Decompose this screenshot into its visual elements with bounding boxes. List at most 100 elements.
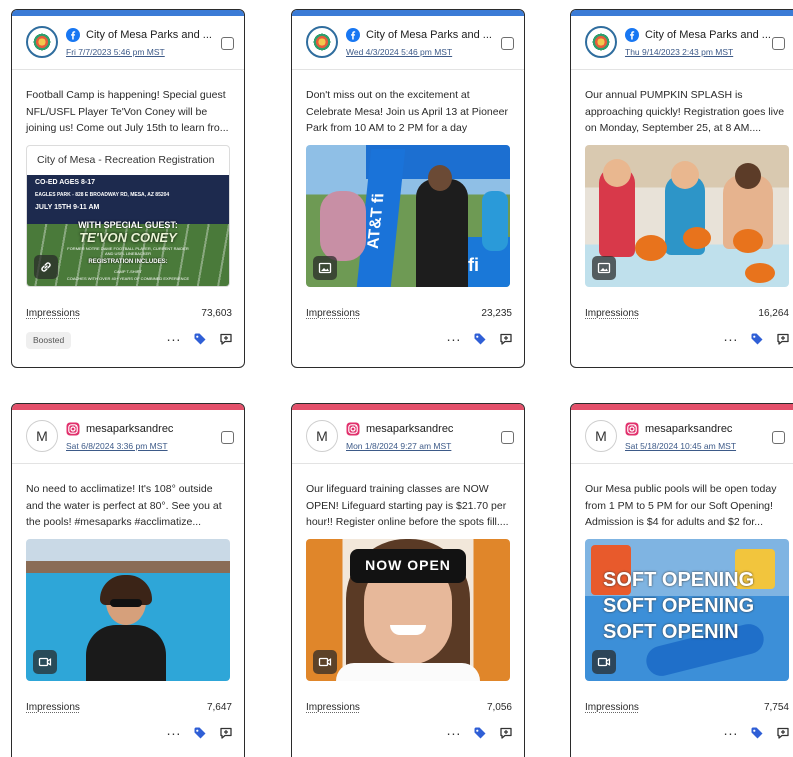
account-name[interactable]: City of Mesa Parks and ... [86, 28, 212, 42]
comment-add-icon[interactable] [775, 725, 791, 741]
tag-icon[interactable] [749, 331, 765, 347]
more-options-icon[interactable]: ... [166, 723, 182, 741]
pool-wall [26, 561, 230, 573]
impressions-label[interactable]: Impressions [26, 702, 80, 713]
account-name[interactable]: City of Mesa Parks and ... [645, 28, 771, 42]
select-checkbox[interactable] [772, 37, 785, 50]
flyer-line: WITH SPECIAL GUEST: [78, 220, 178, 230]
impressions-row: Impressions 16,264 [571, 308, 793, 328]
post-image[interactable] [585, 145, 789, 287]
card-footer: ... [571, 722, 793, 748]
boosted-badge: Boosted [26, 332, 72, 349]
link-badge [34, 255, 58, 279]
tag-icon[interactable] [472, 331, 488, 347]
impressions-label[interactable]: Impressions [26, 308, 80, 319]
impressions-row: Impressions 7,647 [12, 702, 244, 722]
post-image[interactable]: AT&T fi fi [306, 145, 510, 287]
post-video[interactable] [26, 539, 230, 681]
card-footer: ... [571, 328, 793, 354]
comment-add-icon[interactable] [775, 331, 791, 347]
more-options-icon[interactable]: ... [166, 329, 182, 347]
post-card[interactable]: City of Mesa Parks and ... Wed 4/3/2024 … [291, 9, 525, 368]
swimmer-body [86, 625, 166, 681]
tag-icon[interactable] [192, 725, 208, 741]
child [320, 191, 366, 261]
card-actions: ... [723, 329, 791, 347]
post-date-link[interactable]: Mon 1/8/2024 9:27 am MST [346, 441, 451, 451]
impressions-label[interactable]: Impressions [306, 702, 360, 713]
select-checkbox[interactable] [221, 37, 234, 50]
card-footer: ... [292, 328, 524, 354]
drape-text: fi [468, 255, 479, 275]
post-card[interactable]: M mesaparksandrec Sat 6/8/2024 3:36 pm M… [11, 403, 245, 757]
post-text: Our annual PUMPKIN SPLASH is approaching… [585, 89, 785, 135]
post-text: Don't miss out on the excitement at Cele… [306, 89, 508, 135]
post-card[interactable]: City of Mesa Parks and ... Fri 7/7/2023 … [11, 9, 245, 368]
post-text: Our lifeguard training classes are NOW O… [306, 483, 509, 529]
tag-icon[interactable] [192, 331, 208, 347]
more-options-icon[interactable]: ... [723, 329, 739, 347]
post-date-link[interactable]: Thu 9/14/2023 2:43 pm MST [625, 47, 733, 57]
video-badge [33, 650, 57, 674]
card-actions: ... [166, 329, 234, 347]
swimmer-sunglasses [110, 599, 142, 607]
banner-text: AT&T fi [364, 193, 388, 249]
kid-left-head [603, 159, 631, 187]
post-video[interactable]: NOW OPEN [306, 539, 510, 681]
instagram-icon [66, 422, 80, 436]
post-header: M mesaparksandrec Mon 1/8/2024 9:27 am M… [292, 410, 524, 464]
link-preview[interactable]: City of Mesa - Recreation Registration C… [26, 145, 230, 287]
link-icon [41, 262, 51, 272]
city-of-mesa-logo-avatar [585, 26, 617, 58]
impressions-label[interactable]: Impressions [585, 308, 639, 319]
pumpkin [733, 229, 763, 253]
account-name[interactable]: City of Mesa Parks and ... [366, 28, 492, 42]
select-checkbox[interactable] [501, 431, 514, 444]
impressions-value: 73,603 [201, 308, 232, 319]
select-checkbox[interactable] [221, 431, 234, 444]
sunglasses-text: NOW OPEN [365, 557, 451, 573]
tag-icon[interactable] [749, 725, 765, 741]
card-actions: ... [446, 723, 514, 741]
post-video[interactable]: SOFT OPENING SOFT OPENING SOFT OPENIN [585, 539, 789, 681]
overlay-text: SOFT OPENIN [603, 621, 739, 643]
more-options-icon[interactable]: ... [723, 723, 739, 741]
post-card[interactable]: City of Mesa Parks and ... Thu 9/14/2023… [570, 9, 793, 368]
comment-add-icon[interactable] [218, 331, 234, 347]
tag-icon[interactable] [472, 725, 488, 741]
city-of-mesa-logo-avatar [306, 26, 338, 58]
card-footer: Boosted ... [12, 328, 244, 354]
avatar: M [585, 420, 617, 452]
card-footer: ... [292, 722, 524, 748]
impressions-row: Impressions 7,754 [571, 702, 793, 722]
facebook-icon [66, 28, 80, 42]
avatar: M [306, 420, 338, 452]
comment-add-icon[interactable] [218, 725, 234, 741]
account-name[interactable]: mesaparksandrec [645, 422, 771, 436]
post-date-link[interactable]: Wed 4/3/2024 5:46 pm MST [346, 47, 452, 57]
overlay-text: SOFT OPENING [603, 595, 755, 617]
post-date-link[interactable]: Sat 6/8/2024 3:36 pm MST [66, 441, 168, 451]
more-options-icon[interactable]: ... [446, 723, 462, 741]
post-header: M mesaparksandrec Sat 5/18/2024 10:45 am… [571, 410, 793, 464]
comment-add-icon[interactable] [498, 725, 514, 741]
comment-add-icon[interactable] [498, 331, 514, 347]
select-checkbox[interactable] [501, 37, 514, 50]
account-name[interactable]: mesaparksandrec [366, 422, 492, 436]
impressions-label[interactable]: Impressions [306, 308, 360, 319]
impressions-row: Impressions 7,056 [292, 702, 524, 722]
post-date-link[interactable]: Sat 5/18/2024 10:45 am MST [625, 441, 736, 451]
impressions-label[interactable]: Impressions [585, 702, 639, 713]
post-card[interactable]: M mesaparksandrec Mon 1/8/2024 9:27 am M… [291, 403, 525, 757]
impressions-row: Impressions 73,603 [12, 308, 244, 328]
post-date-link[interactable]: Fri 7/7/2023 5:46 pm MST [66, 47, 165, 57]
post-card[interactable]: M mesaparksandrec Sat 5/18/2024 10:45 am… [570, 403, 793, 757]
instagram-icon [346, 422, 360, 436]
select-checkbox[interactable] [772, 431, 785, 444]
kid-right-head [735, 163, 761, 189]
more-options-icon[interactable]: ... [446, 329, 462, 347]
account-name[interactable]: mesaparksandrec [86, 422, 212, 436]
pumpkin [745, 263, 775, 283]
instagram-icon [625, 422, 639, 436]
facebook-icon [346, 28, 360, 42]
